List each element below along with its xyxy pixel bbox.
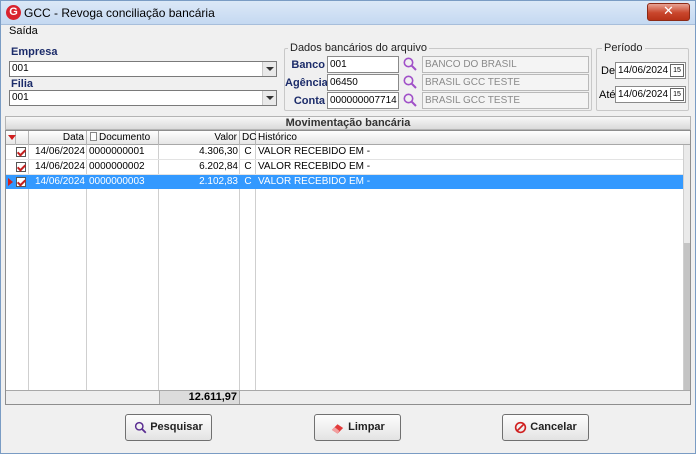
cell-historico: VALOR RECEBIDO EM -	[258, 161, 371, 172]
limpar-label: Limpar	[348, 421, 385, 433]
chevron-down-icon[interactable]	[262, 62, 276, 76]
row-checkbox[interactable]	[16, 177, 26, 187]
column-header-data[interactable]: Data	[29, 131, 87, 145]
grid-header: Data Documento Valor DC Histórico	[6, 131, 690, 145]
filial-value: 001	[12, 92, 29, 103]
cancel-icon	[515, 421, 527, 434]
checkbox-header	[16, 131, 29, 145]
indicator-header	[6, 131, 16, 145]
search-icon[interactable]	[402, 74, 418, 90]
search-icon[interactable]	[402, 56, 418, 72]
cell-data: 14/06/2024	[34, 176, 85, 187]
agencia-label: Agência	[285, 77, 328, 89]
movimentacao-grid[interactable]: Data Documento Valor DC Histórico 14/06/…	[5, 130, 691, 405]
title-bar: G GCC - Revoga conciliação bancária ✕	[1, 1, 695, 25]
banco-label: Banco	[291, 59, 325, 71]
cell-documento: 0000000003	[89, 176, 145, 187]
calendar-icon[interactable]: 15	[670, 88, 684, 101]
cell-data: 14/06/2024	[34, 146, 85, 157]
movimentacao-title: Movimentação bancária	[5, 116, 691, 130]
menu-item-saida[interactable]: Saída	[9, 25, 38, 37]
grid-footer: 12.611,97	[6, 390, 690, 404]
cell-valor: 6.202,84	[199, 161, 238, 172]
cell-valor: 2.102,83	[199, 176, 238, 187]
column-header-valor[interactable]: Valor	[159, 131, 240, 145]
column-header-documento-label: Documento	[99, 132, 151, 143]
table-row[interactable]: 14/06/2024 0000000001 4.306,30 C VALOR R…	[6, 145, 683, 159]
periodo-ate-label: Até	[599, 89, 616, 101]
column-header-historico[interactable]: Histórico	[256, 131, 683, 145]
cell-documento: 0000000001	[89, 146, 145, 157]
cell-dc: C	[244, 161, 252, 172]
limpar-button[interactable]: Limpar	[314, 414, 401, 441]
app-logo: G	[6, 5, 21, 20]
column-header-documento[interactable]: Documento	[87, 131, 159, 145]
chevron-down-icon[interactable]	[262, 91, 276, 105]
search-icon	[135, 421, 147, 434]
banco-input[interactable]: 001	[327, 56, 399, 73]
vertical-scrollbar[interactable]	[683, 145, 690, 390]
empresa-select[interactable]: 001	[9, 61, 277, 77]
cancelar-button[interactable]: Cancelar	[502, 414, 589, 441]
periodo-ate-value: 14/06/2024	[618, 89, 669, 100]
cell-dc: C	[244, 146, 252, 157]
filial-select[interactable]: 001	[9, 90, 277, 106]
periodo-de-value: 14/06/2024	[618, 65, 669, 76]
calendar-icon[interactable]: 15	[670, 64, 684, 77]
conta-description: BRASIL GCC TESTE	[422, 92, 589, 109]
agencia-input[interactable]: 06450	[327, 74, 399, 91]
cell-dc: C	[244, 176, 252, 187]
cell-data: 14/06/2024	[34, 161, 85, 172]
filial-label: Filia	[11, 78, 34, 90]
conta-label: Conta	[293, 95, 325, 107]
periodo-de-label: De	[601, 65, 616, 77]
main-window: G GCC - Revoga conciliação bancária ✕ Sa…	[0, 0, 696, 454]
document-icon	[90, 132, 97, 141]
cell-valor: 4.306,30	[199, 146, 238, 157]
cell-historico: VALOR RECEBIDO EM -	[258, 176, 371, 187]
empresa-label: Empresa	[11, 46, 58, 58]
table-row[interactable]: 14/06/2024 0000000002 6.202,84 C VALOR R…	[6, 160, 683, 174]
cell-historico: VALOR RECEBIDO EM -	[258, 146, 371, 157]
current-row-indicator-icon	[8, 178, 13, 186]
pesquisar-label: Pesquisar	[150, 421, 203, 433]
conta-input[interactable]: 000000007714	[327, 92, 399, 109]
banco-description: BANCO DO BRASIL	[422, 56, 589, 73]
empresa-value: 001	[12, 63, 29, 74]
pesquisar-button[interactable]: Pesquisar	[125, 414, 212, 441]
window-title: GCC - Revoga conciliação bancária	[24, 6, 215, 20]
scrollbar-thumb[interactable]	[684, 243, 690, 390]
agencia-description: BRASIL GCC TESTE	[422, 74, 589, 91]
close-window-button[interactable]: ✕	[647, 3, 690, 21]
periodo-legend: Período	[602, 42, 645, 54]
cell-documento: 0000000002	[89, 161, 145, 172]
search-icon[interactable]	[402, 92, 418, 108]
dados-bancarios-legend: Dados bancários do arquivo	[288, 42, 429, 54]
cancelar-label: Cancelar	[530, 421, 577, 433]
sort-indicator-icon	[8, 135, 16, 140]
eraser-icon	[332, 423, 344, 434]
row-checkbox[interactable]	[16, 162, 26, 172]
table-row-selected[interactable]: 14/06/2024 0000000003 2.102,83 C VALOR R…	[6, 175, 683, 189]
total-valor: 12.611,97	[159, 391, 240, 404]
column-header-dc[interactable]: DC	[240, 131, 256, 145]
row-checkbox[interactable]	[16, 147, 26, 157]
menu-bar: Saída	[1, 25, 695, 41]
